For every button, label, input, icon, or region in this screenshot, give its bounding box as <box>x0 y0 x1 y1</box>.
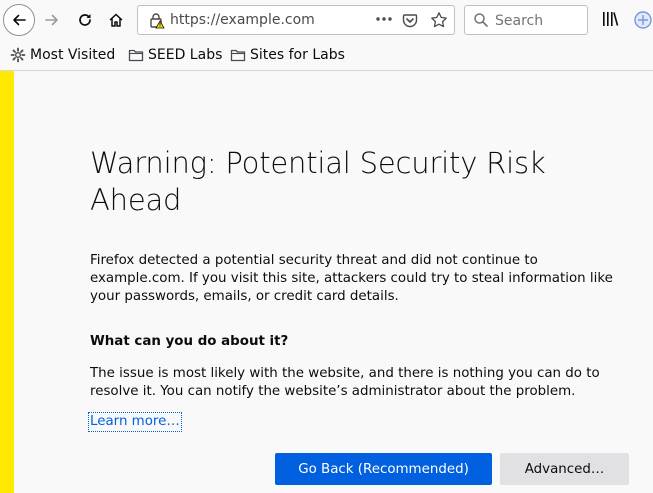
section-heading: What can you do about it? <box>90 334 289 349</box>
page-title: Warning: Potential Security Risk Ahead <box>90 146 546 217</box>
sidebar-button[interactable] <box>633 10 653 34</box>
folder-icon <box>128 49 144 62</box>
warning-stripe <box>0 71 14 493</box>
folder-icon <box>230 49 246 62</box>
url-bar[interactable]: https://example.com <box>137 5 455 35</box>
library-button[interactable] <box>601 10 619 32</box>
search-input[interactable]: Search <box>464 5 588 35</box>
intro-text: Firefox detected a potential security th… <box>90 253 613 304</box>
navigation-toolbar: https://example.com Search <box>0 0 653 40</box>
bookmark-most-visited[interactable]: Most Visited <box>10 45 115 65</box>
url-text[interactable]: https://example.com <box>170 12 315 28</box>
gear-icon <box>10 47 26 63</box>
back-button[interactable] <box>3 4 35 36</box>
search-placeholder: Search <box>495 13 544 29</box>
library-icon <box>603 12 619 26</box>
bookmark-folder-seed-labs[interactable]: SEED Labs <box>128 45 222 65</box>
bookmark-label: Sites for Labs <box>250 47 345 63</box>
pocket-icon[interactable] <box>402 12 418 28</box>
forward-button[interactable] <box>37 5 67 35</box>
reload-button[interactable] <box>70 5 100 35</box>
bookmark-folder-sites-for-labs[interactable]: Sites for Labs <box>230 45 345 65</box>
error-page: Warning: Potential Security Risk Ahead F… <box>14 71 653 493</box>
search-icon <box>473 12 489 32</box>
learn-more-link[interactable]: Learn more… <box>88 412 182 432</box>
bookmark-label: SEED Labs <box>148 47 223 63</box>
home-icon <box>109 13 123 27</box>
insecure-lock-warning-icon[interactable] <box>148 12 166 30</box>
sidebar-icon <box>634 11 652 29</box>
advice-text: The issue is most likely with the websit… <box>90 366 600 399</box>
advanced-button[interactable]: Advanced… <box>500 453 629 485</box>
back-arrow-icon <box>13 14 26 26</box>
go-back-button[interactable]: Go Back (Recommended) <box>275 453 492 485</box>
bookmark-label: Most Visited <box>30 47 116 63</box>
forward-arrow-icon <box>45 14 58 26</box>
page-actions-icon[interactable] <box>374 10 394 28</box>
home-button[interactable] <box>101 5 131 35</box>
reload-icon <box>79 14 91 26</box>
bookmark-star-icon[interactable] <box>430 11 448 29</box>
bookmarks-toolbar: Most Visited SEED Labs Sites for Labs <box>0 40 653 71</box>
